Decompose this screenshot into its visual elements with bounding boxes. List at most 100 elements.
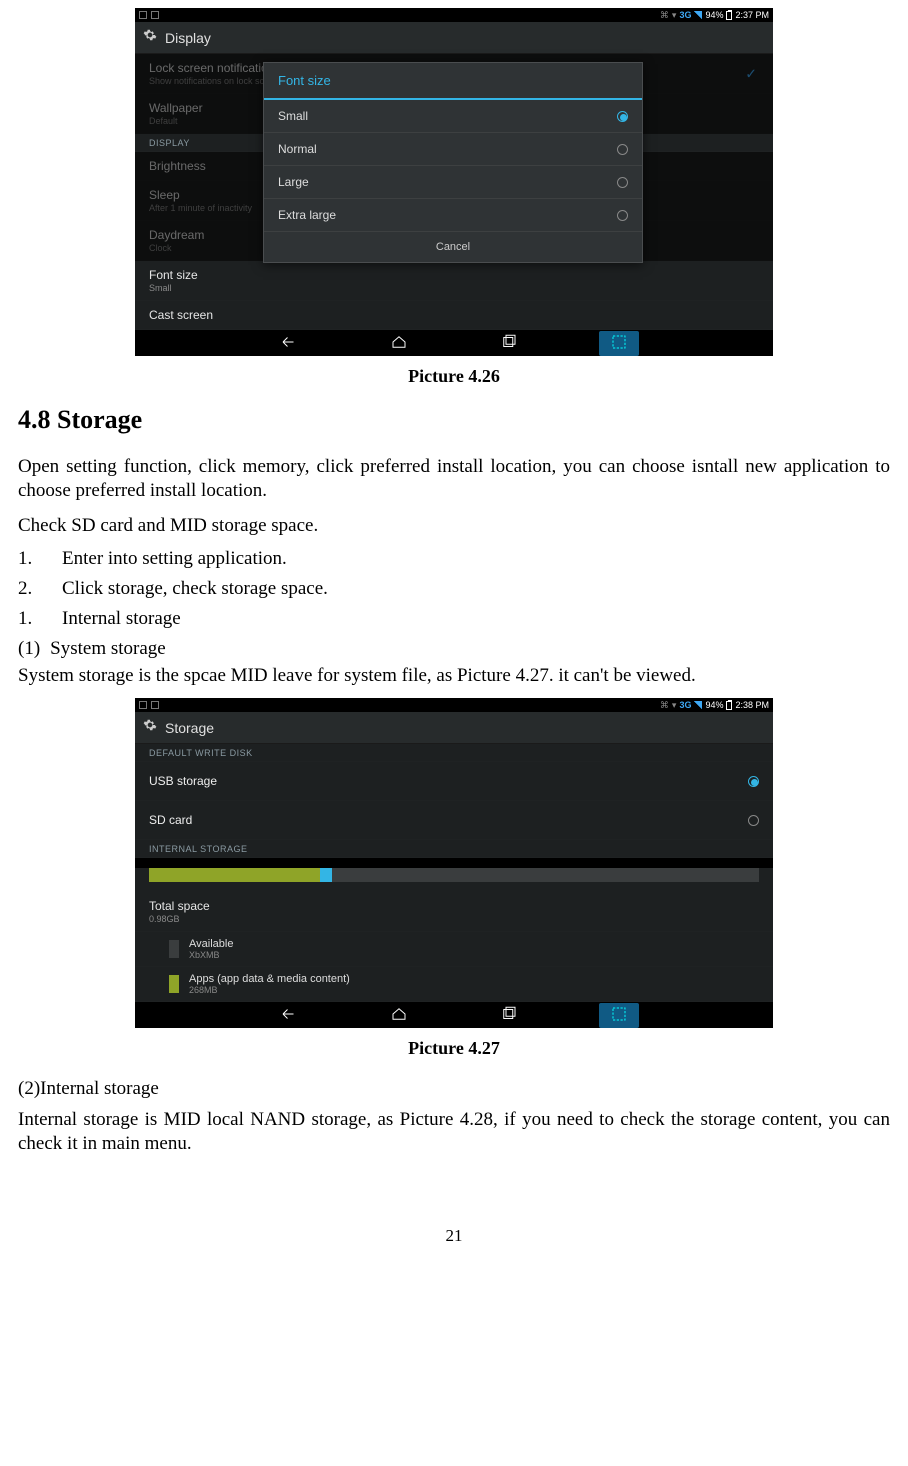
screen-title: Display: [165, 30, 211, 46]
battery-percent: 94%: [705, 700, 723, 710]
storage-segment-other: [320, 868, 332, 882]
setting-title: Apps (app data & media content): [189, 973, 350, 985]
paragraph: System storage is the spcae MID leave fo…: [18, 664, 890, 688]
clock-time: 2:37 PM: [735, 10, 769, 20]
section-header-internal-storage: INTERNAL STORAGE: [135, 840, 773, 858]
status-bar: ⌘ ▾ 3G 94% 2:37 PM: [135, 8, 773, 22]
gear-icon: [143, 28, 157, 47]
screenshot-button[interactable]: [599, 331, 639, 356]
color-swatch-icon: [169, 975, 179, 993]
storage-total-space[interactable]: Total space 0.98GB: [135, 892, 773, 932]
setting-subtitle: XbXMB: [189, 950, 233, 960]
option-label: Small: [278, 109, 308, 123]
home-button[interactable]: [379, 1005, 419, 1026]
radio-icon[interactable]: [617, 210, 628, 221]
option-label: Extra large: [278, 208, 336, 222]
network-3g-label: 3G: [679, 10, 691, 20]
list-text: Internal storage: [62, 608, 181, 630]
radio-selected-icon[interactable]: [617, 111, 628, 122]
gear-icon: [143, 718, 157, 737]
setting-subtitle: 268MB: [189, 985, 350, 995]
list-item: (1) System storage: [18, 638, 890, 660]
storage-segment-apps: [149, 868, 320, 882]
list-number: (1): [18, 638, 40, 660]
dialog-option-normal[interactable]: Normal: [264, 133, 642, 166]
option-label: SD card: [149, 813, 192, 827]
paragraph: Open setting function, click memory, cli…: [18, 455, 890, 504]
back-button[interactable]: [269, 333, 309, 354]
screenshot-button[interactable]: [599, 1003, 639, 1028]
signal-icon: [694, 11, 702, 19]
font-size-dialog: Font size Small Normal Large Extra large…: [263, 62, 643, 263]
battery-percent: 94%: [705, 10, 723, 20]
list-text: System storage: [50, 638, 166, 660]
dialog-title: Font size: [264, 63, 642, 100]
bluetooth-icon: ⌘: [660, 10, 669, 21]
paragraph: Check SD card and MID storage space.: [18, 514, 890, 538]
radio-icon[interactable]: [748, 815, 759, 826]
notification-icon: [151, 701, 159, 709]
navigation-bar: [135, 330, 773, 356]
option-label: Large: [278, 175, 309, 189]
setting-title: Total space: [149, 899, 759, 913]
page-number: 21: [18, 1226, 890, 1246]
list-item: 1. Internal storage: [18, 608, 890, 630]
setting-font-size[interactable]: Font size Small: [135, 261, 773, 301]
list-number: 1.: [18, 548, 40, 570]
dialog-option-large[interactable]: Large: [264, 166, 642, 199]
list-number: 1.: [18, 608, 40, 630]
list-item: 2. Click storage, check storage space.: [18, 578, 890, 600]
signal-icon: [694, 701, 702, 709]
dialog-option-small[interactable]: Small: [264, 100, 642, 133]
wifi-icon: ▾: [672, 700, 677, 711]
clock-time: 2:38 PM: [735, 700, 769, 710]
dialog-option-extra-large[interactable]: Extra large: [264, 199, 642, 232]
home-button[interactable]: [379, 333, 419, 354]
option-sd-card[interactable]: SD card: [135, 801, 773, 840]
bluetooth-icon: ⌘: [660, 700, 669, 711]
radio-icon[interactable]: [617, 177, 628, 188]
network-3g-label: 3G: [679, 700, 691, 710]
screenshot-display-settings: ⌘ ▾ 3G 94% 2:37 PM Display Lock screen n…: [135, 8, 773, 356]
wifi-icon: ▾: [672, 10, 677, 21]
storage-apps[interactable]: Apps (app data & media content) 268MB: [135, 967, 773, 1002]
storage-available[interactable]: Available XbXMB: [135, 932, 773, 967]
setting-cast-screen[interactable]: Cast screen: [135, 301, 773, 330]
navigation-bar: [135, 1002, 773, 1028]
setting-title: Cast screen: [149, 308, 759, 322]
setting-subtitle: 0.98GB: [149, 914, 759, 924]
radio-icon[interactable]: [617, 144, 628, 155]
dialog-cancel-button[interactable]: Cancel: [264, 232, 642, 262]
notification-icon: [139, 11, 147, 19]
checkmark-icon[interactable]: ✓: [745, 65, 757, 82]
list-text: Enter into setting application.: [62, 548, 287, 570]
recent-apps-button[interactable]: [489, 333, 529, 354]
list-number: 2.: [18, 578, 40, 600]
screen-title-bar: Storage: [135, 712, 773, 744]
option-usb-storage[interactable]: USB storage: [135, 762, 773, 801]
paragraph: Internal storage is MID local NAND stora…: [18, 1108, 890, 1157]
screen-title: Storage: [165, 720, 214, 736]
setting-subtitle: Small: [149, 283, 759, 293]
color-swatch-icon: [169, 940, 179, 958]
option-label: USB storage: [149, 774, 217, 788]
screen-title-bar: Display: [135, 22, 773, 54]
recent-apps-button[interactable]: [489, 1005, 529, 1026]
section-header-default-disk: DEFAULT WRITE DISK: [135, 744, 773, 762]
paragraph: (2)Internal storage: [18, 1077, 890, 1101]
status-bar: ⌘ ▾ 3G 94% 2:38 PM: [135, 698, 773, 712]
notification-icon: [151, 11, 159, 19]
figure-caption: Picture 4.26: [18, 366, 890, 387]
screenshot-storage-settings: ⌘ ▾ 3G 94% 2:38 PM Storage DEFAULT WRITE…: [135, 698, 773, 1028]
notification-icon: [139, 701, 147, 709]
battery-icon: [726, 701, 732, 710]
radio-selected-icon[interactable]: [748, 776, 759, 787]
storage-usage-bar: [135, 868, 773, 892]
back-button[interactable]: [269, 1005, 309, 1026]
battery-icon: [726, 11, 732, 20]
figure-caption: Picture 4.27: [18, 1038, 890, 1059]
option-label: Normal: [278, 142, 317, 156]
setting-title: Font size: [149, 268, 759, 282]
section-heading: 4.8 Storage: [18, 405, 890, 435]
setting-title: Available: [189, 938, 233, 950]
